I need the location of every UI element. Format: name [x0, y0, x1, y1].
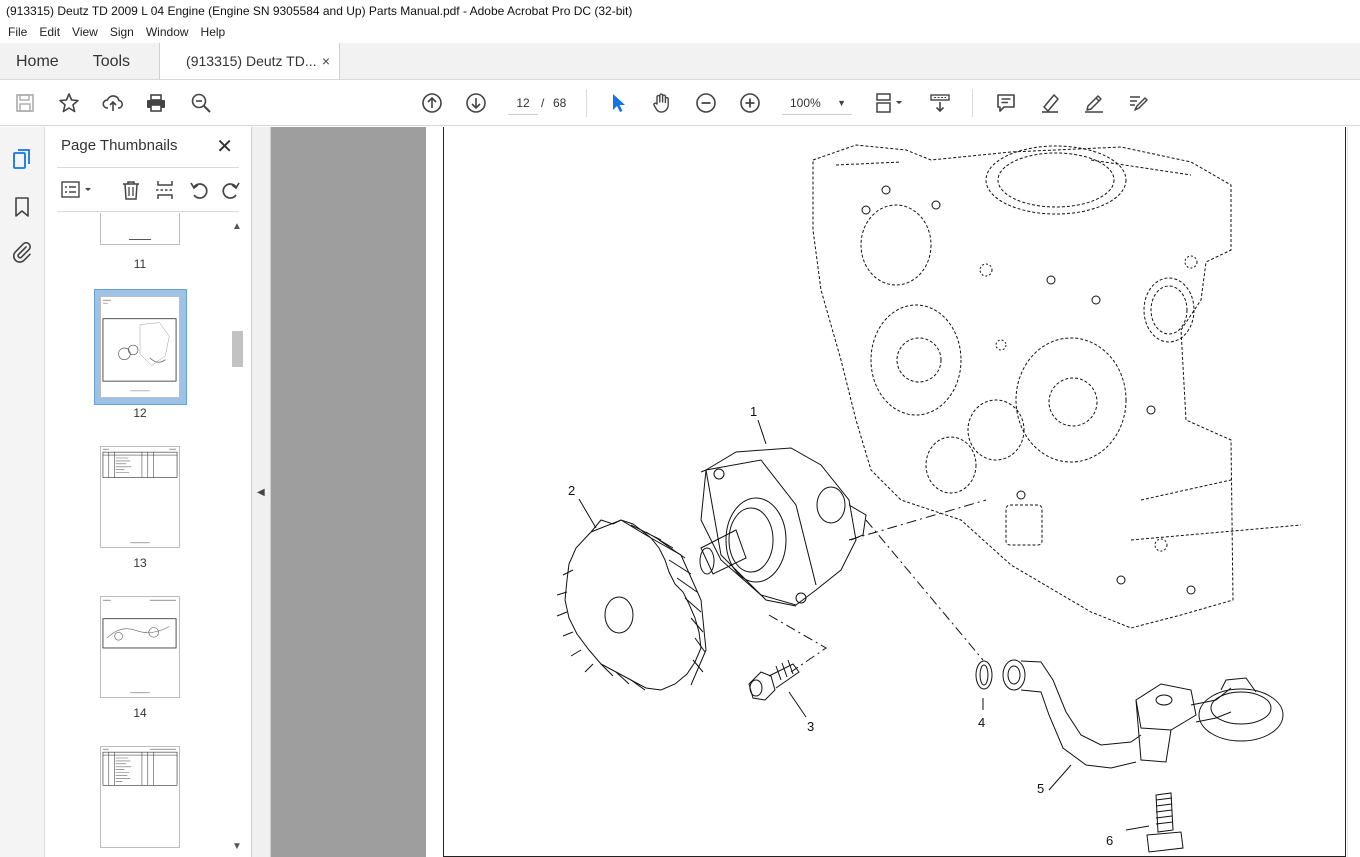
menu-window[interactable]: Window — [140, 22, 195, 43]
thumbnail-table-preview — [102, 748, 178, 786]
tab-document[interactable]: (913315) Deutz TD... × — [159, 43, 341, 80]
bookmarks-icon[interactable] — [10, 195, 34, 219]
tab-bar: Home Tools (913315) Deutz TD... × — [0, 43, 1360, 80]
thumbnail-drawing-preview — [102, 599, 177, 694]
draw-sign-icon[interactable] — [1082, 91, 1106, 115]
thumbnail-page-label: 12 — [133, 406, 147, 420]
zoom-level-value: 100% — [790, 96, 821, 110]
thumbnail-page-label: 14 — [133, 706, 147, 720]
thumbnail-page-label: 13 — [133, 556, 147, 570]
panel-title: Page Thumbnails — [61, 137, 178, 154]
callout-3: 3 — [807, 719, 814, 734]
callout-2: 2 — [568, 483, 575, 498]
thumbnail-page-11[interactable] — [100, 213, 180, 245]
toolbar-divider — [586, 89, 587, 117]
menu-sign[interactable]: Sign — [104, 22, 140, 43]
toolbar-divider — [972, 89, 973, 117]
scroll-mode-icon[interactable] — [928, 91, 952, 115]
document-viewer: 1 2 3 4 5 6 — [271, 127, 1360, 857]
page-separator: / — [541, 96, 545, 110]
thumbnail-options-menu-icon[interactable] — [61, 179, 95, 201]
delete-pages-icon[interactable] — [120, 179, 142, 201]
scroll-up-icon[interactable]: ▲ — [232, 221, 242, 232]
chevron-down-icon: ▼ — [837, 98, 846, 108]
collapse-panel-icon[interactable]: ◀ — [257, 487, 265, 498]
thumbnail-scrollbar[interactable]: ▲ ▼ — [230, 217, 245, 857]
upload-cloud-icon[interactable] — [101, 91, 125, 115]
callout-4: 4 — [978, 715, 985, 730]
thumbnail-table-preview — [102, 448, 178, 544]
panel-collapse-splitter[interactable]: ◀ — [252, 127, 271, 857]
fill-sign-icon[interactable] — [1126, 91, 1150, 115]
attachments-paperclip-icon[interactable] — [10, 240, 34, 264]
panel-divider — [57, 167, 239, 168]
rotate-clockwise-icon[interactable] — [220, 179, 242, 201]
thumbnail-list: 11 12 13 14 — [45, 213, 230, 857]
zoom-out-icon[interactable] — [694, 91, 718, 115]
menu-file[interactable]: File — [2, 22, 33, 43]
close-panel-icon[interactable]: ✕ — [216, 134, 233, 159]
parts-exploded-drawing: 1 2 3 4 5 6 — [556, 144, 1302, 853]
left-navigation-rail — [0, 127, 45, 857]
callout-6: 6 — [1106, 833, 1113, 848]
scrollbar-thumb[interactable] — [232, 331, 243, 367]
scroll-down-icon[interactable]: ▼ — [232, 841, 242, 852]
menu-view[interactable]: View — [66, 22, 104, 43]
tab-tools[interactable]: Tools — [75, 43, 146, 79]
comment-icon[interactable] — [994, 91, 1018, 115]
zoom-in-icon[interactable] — [738, 91, 762, 115]
save-icon[interactable] — [13, 91, 37, 115]
thumbnail-page-14[interactable] — [100, 596, 180, 698]
thumbnail-page-13[interactable] — [100, 446, 180, 548]
zoom-level-select[interactable]: 100% ▼ — [782, 91, 852, 115]
extract-pages-icon[interactable] — [154, 179, 176, 201]
toolbar: 12 / 68 100% ▼ — [0, 80, 1360, 126]
page-thumbnails-icon[interactable] — [10, 148, 34, 172]
hand-tool-icon[interactable] — [650, 91, 674, 115]
tab-home[interactable]: Home — [0, 43, 75, 79]
total-pages: 68 — [553, 96, 567, 110]
bookmark-star-icon[interactable] — [57, 91, 81, 115]
highlight-pen-icon[interactable] — [1038, 91, 1062, 115]
menu-help[interactable]: Help — [195, 22, 232, 43]
thumbnail-page-label: 11 — [133, 257, 147, 271]
thumbnail-page-12[interactable] — [100, 296, 180, 398]
pdf-page: 1 2 3 4 5 6 — [443, 127, 1346, 857]
panel-divider — [57, 211, 239, 212]
zoom-search-icon[interactable] — [189, 91, 213, 115]
close-tab-icon[interactable]: × — [322, 43, 330, 80]
rotate-counterclockwise-icon[interactable] — [188, 179, 210, 201]
window-title: (913315) Deutz TD 2009 L 04 Engine (Engi… — [0, 0, 1360, 22]
page-display-icon[interactable] — [874, 91, 908, 115]
adjacent-page-area — [271, 127, 426, 857]
next-page-icon[interactable] — [464, 91, 488, 115]
thumbnail-page-15[interactable] — [100, 746, 180, 848]
page-number-input[interactable]: 12 — [508, 91, 538, 115]
menu-edit[interactable]: Edit — [33, 22, 66, 43]
document-scrollbar[interactable] — [1347, 127, 1360, 857]
callout-5: 5 — [1037, 781, 1044, 796]
print-icon[interactable] — [144, 91, 168, 115]
callout-1: 1 — [750, 404, 757, 419]
menu-bar: File Edit View Sign Window Help — [0, 22, 1360, 43]
previous-page-icon[interactable] — [420, 91, 444, 115]
tab-document-label: (913315) Deutz TD... — [186, 53, 317, 69]
select-cursor-icon[interactable] — [606, 91, 630, 115]
thumbnails-panel: Page Thumbnails ✕ 11 12 13 14 ▲ ▼ — [45, 127, 252, 857]
thumbnail-drawing-preview — [102, 299, 177, 392]
